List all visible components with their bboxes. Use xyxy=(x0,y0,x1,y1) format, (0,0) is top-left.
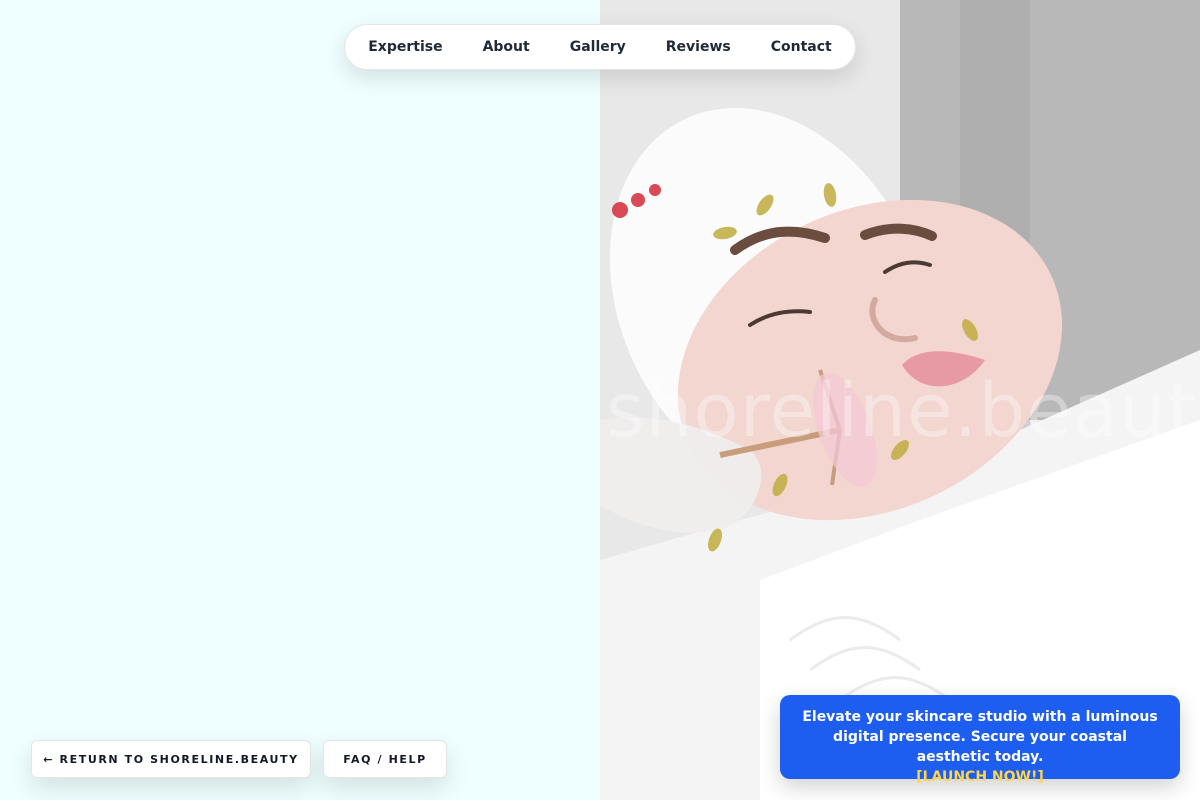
top-nav: Expertise About Gallery Reviews Contact xyxy=(344,24,856,70)
nav-item-expertise[interactable]: Expertise xyxy=(368,39,442,55)
left-panel xyxy=(0,0,600,800)
nav-item-about[interactable]: About xyxy=(483,39,530,55)
return-button[interactable]: ← RETURN TO SHORELINE.BEAUTY xyxy=(31,740,311,778)
nav-item-contact[interactable]: Contact xyxy=(771,39,832,55)
promo-message: Elevate your skincare studio with a lumi… xyxy=(802,709,1158,765)
nav-item-reviews[interactable]: Reviews xyxy=(666,39,731,55)
promo-box: Elevate your skincare studio with a lumi… xyxy=(780,695,1180,785)
hero-image: shoreline.beauty xyxy=(600,0,1200,800)
faq-help-button[interactable]: FAQ / HELP xyxy=(323,740,447,778)
launch-now-link[interactable]: [LAUNCH NOW!] xyxy=(916,769,1044,785)
nav-item-gallery[interactable]: Gallery xyxy=(570,39,626,55)
facial-treatment-illustration xyxy=(600,0,1200,800)
